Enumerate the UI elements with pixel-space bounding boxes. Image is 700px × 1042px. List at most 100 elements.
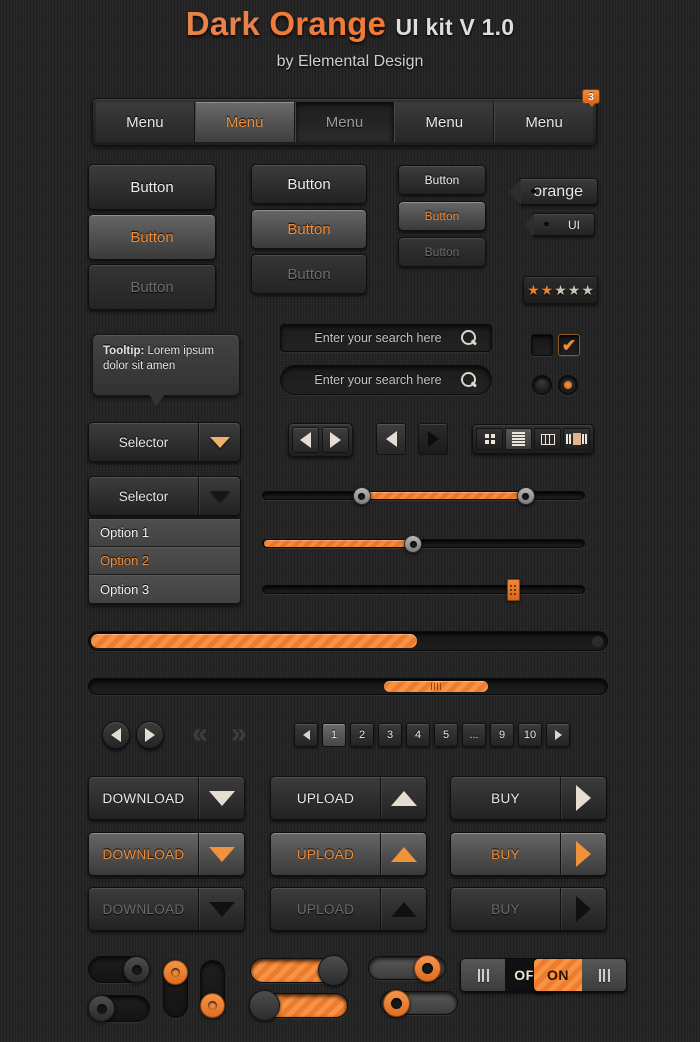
pagination-page-2[interactable]: 2 <box>350 723 374 747</box>
menu-tab-5[interactable]: Menu 3 <box>494 89 600 142</box>
download-button-normal[interactable]: DOWNLOAD <box>88 776 245 820</box>
selector-orange-arrow-button[interactable] <box>198 423 240 461</box>
search-field-round[interactable] <box>280 365 492 395</box>
checkbox-checked[interactable]: ✔ <box>558 334 580 356</box>
toggle-knob[interactable] <box>200 993 225 1018</box>
checkbox-unchecked[interactable] <box>531 334 553 356</box>
single-slider[interactable] <box>262 535 585 553</box>
buy-icon-box[interactable] <box>560 833 606 875</box>
view-mode-columns[interactable] <box>534 428 561 450</box>
toggle-knob[interactable] <box>318 955 349 986</box>
search-field-square[interactable] <box>280 324 492 352</box>
pagination-ellipsis[interactable]: ... <box>462 723 486 747</box>
selector-open[interactable]: Selector <box>88 476 241 516</box>
pagination-next-button[interactable] <box>546 723 570 747</box>
toggle-knob[interactable] <box>414 955 441 982</box>
dropdown-option-2[interactable]: Option 2 <box>89 547 240 575</box>
download-icon-box[interactable] <box>198 833 244 875</box>
toggle-knob[interactable] <box>88 995 115 1022</box>
star-icon-3[interactable]: ★ <box>554 283 567 297</box>
download-icon-box[interactable] <box>198 777 244 819</box>
switch-on-grip[interactable] <box>582 959 626 991</box>
search-icon[interactable] <box>461 330 477 346</box>
pagination-page-10[interactable]: 10 <box>518 723 542 747</box>
toggle-knob[interactable] <box>249 990 280 1021</box>
double-chevron-left-icon[interactable]: « <box>192 719 208 747</box>
scrollbar-thumb[interactable] <box>384 681 488 692</box>
toggle-vertical-1[interactable] <box>163 960 188 1018</box>
button-small-normal[interactable]: Button <box>398 165 486 195</box>
pagination-next-round[interactable] <box>136 721 164 749</box>
tag-orange[interactable]: orange <box>509 178 598 205</box>
view-mode-list[interactable] <box>505 428 532 450</box>
menu-tab-2[interactable]: Menu <box>194 102 295 142</box>
view-mode-coverflow[interactable] <box>563 428 590 450</box>
toggle-dark-on[interactable] <box>88 956 150 983</box>
switch-off-grip[interactable] <box>461 959 505 991</box>
nav-prev-button[interactable] <box>292 427 319 453</box>
switch-on[interactable]: ON <box>533 958 627 992</box>
nav-prev-button-split[interactable] <box>376 423 406 455</box>
range-slider-handle-min[interactable] <box>352 487 371 505</box>
nav-next-button-split[interactable] <box>418 423 448 455</box>
dropdown-option-1[interactable]: Option 1 <box>89 519 240 547</box>
star-icon-1[interactable]: ★ <box>527 283 540 297</box>
selector-open-arrow-button[interactable] <box>198 477 240 515</box>
pagination-page-4[interactable]: 4 <box>406 723 430 747</box>
range-slider-handle-max[interactable] <box>516 487 535 505</box>
double-chevron-right-icon[interactable]: » <box>231 719 247 747</box>
toggle-gray-off[interactable] <box>380 990 458 1017</box>
pagination-page-1[interactable]: 1 <box>322 723 346 747</box>
range-slider-fill <box>365 492 530 499</box>
toggle-orange-off[interactable] <box>249 990 348 1021</box>
search-input-square[interactable] <box>295 331 461 345</box>
tag-ui[interactable]: UI <box>524 213 595 236</box>
selector-orange[interactable]: Selector <box>88 422 241 462</box>
dropdown-option-3[interactable]: Option 3 <box>89 575 240 603</box>
buy-icon-box[interactable] <box>560 777 606 819</box>
toggle-knob[interactable] <box>383 990 410 1017</box>
search-icon[interactable] <box>461 372 477 388</box>
button-small-hover[interactable]: Button <box>398 201 486 231</box>
range-slider[interactable] <box>262 487 585 505</box>
toggle-gray-on[interactable] <box>368 955 446 982</box>
scrollbar[interactable] <box>88 678 608 695</box>
toggle-knob[interactable] <box>123 956 150 983</box>
pagination-page-9[interactable]: 9 <box>490 723 514 747</box>
pagination-prev-round[interactable] <box>102 721 130 749</box>
button-large-hover[interactable]: Button <box>88 214 216 260</box>
upload-icon-box[interactable] <box>380 777 426 819</box>
download-button-hover[interactable]: DOWNLOAD <box>88 832 245 876</box>
buy-button-normal[interactable]: BUY <box>450 776 607 820</box>
menu-tab-4[interactable]: Menu <box>394 102 495 142</box>
menu-tab-3[interactable]: Menu <box>294 102 395 142</box>
toggle-knob[interactable] <box>163 960 188 985</box>
toggle-vertical-2[interactable] <box>200 960 225 1018</box>
button-large-normal[interactable]: Button <box>88 164 216 210</box>
button-medium-normal[interactable]: Button <box>251 164 367 204</box>
radio-unchecked[interactable] <box>532 375 552 395</box>
pagination-page-3[interactable]: 3 <box>378 723 402 747</box>
button-medium-hover[interactable]: Button <box>251 209 367 249</box>
upload-button-normal[interactable]: UPLOAD <box>270 776 427 820</box>
toggle-orange-on[interactable] <box>250 955 349 986</box>
menu-tab-1[interactable]: Menu <box>96 102 195 142</box>
star-rating[interactable]: ★ ★ ★ ★ ★ <box>523 276 598 304</box>
arrow-right-icon <box>145 728 155 742</box>
pagination-page-5[interactable]: 5 <box>434 723 458 747</box>
square-slider-handle[interactable] <box>506 579 520 601</box>
buy-button-hover[interactable]: BUY <box>450 832 607 876</box>
single-slider-handle[interactable] <box>404 535 423 553</box>
toggle-dark-off[interactable] <box>88 995 150 1022</box>
star-icon-4[interactable]: ★ <box>568 283 581 297</box>
square-handle-slider[interactable] <box>262 579 585 601</box>
pagination-prev-button[interactable] <box>294 723 318 747</box>
upload-icon-box[interactable] <box>380 833 426 875</box>
radio-checked[interactable] <box>558 375 578 395</box>
nav-next-button[interactable] <box>322 427 349 453</box>
view-mode-grid[interactable] <box>476 428 503 450</box>
search-input-round[interactable] <box>295 373 461 387</box>
star-icon-2[interactable]: ★ <box>541 283 554 297</box>
upload-button-hover[interactable]: UPLOAD <box>270 832 427 876</box>
star-icon-5[interactable]: ★ <box>581 283 594 297</box>
